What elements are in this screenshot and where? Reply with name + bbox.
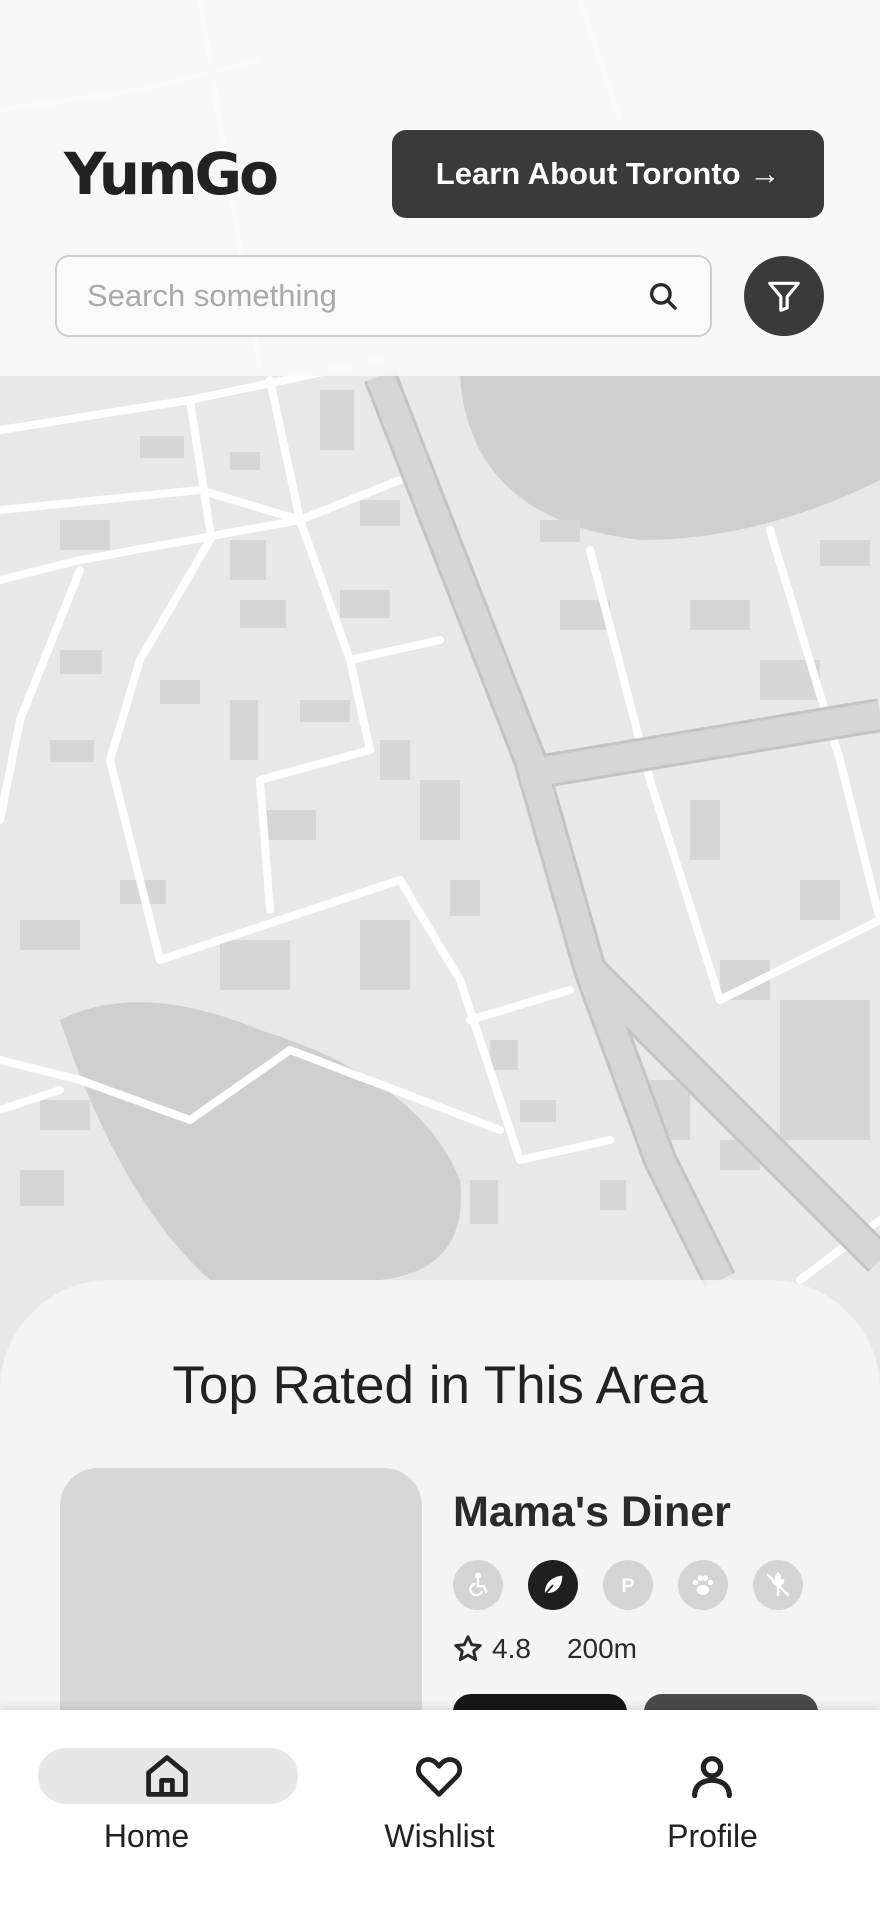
wheelchair-icon [453,1560,503,1610]
nav-item-wishlist[interactable]: Wishlist [293,1710,586,1912]
filter-icon [768,281,800,312]
restaurant-name[interactable]: Mama's Diner [453,1488,731,1537]
parking-icon: P [603,1560,653,1610]
rating-value: 4.8 [492,1633,531,1664]
nav-item-home[interactable]: Home [0,1710,298,1912]
search-input[interactable]: Search something [87,278,646,314]
bottom-nav: Home Wishlist Profile [0,1710,880,1912]
nav-label-home: Home [103,1818,190,1854]
search-icon[interactable] [646,279,680,313]
paw-icon [678,1560,728,1610]
home-screen: YumGo Learn About Toronto → Search somet… [0,0,880,1912]
learn-about-city-button[interactable]: Learn About Toronto → [392,130,824,218]
leaf-icon [528,1560,578,1610]
filter-button[interactable] [744,256,824,336]
search-bar[interactable]: Search something [55,255,712,337]
nav-label-wishlist: Wishlist [384,1818,495,1854]
app-logo: YumGo [64,140,279,208]
distance-value: 200m [566,1633,637,1664]
amenity-icons: P [453,1560,803,1610]
svg-text:P: P [621,1575,634,1597]
nav-item-profile[interactable]: Profile [566,1710,859,1912]
section-title: Top Rated in This Area [172,1356,708,1415]
heart-icon [415,1757,463,1797]
star-icon [454,1635,482,1662]
user-icon [692,1756,732,1799]
restaurant-meta: 4.8 200m [452,1633,637,1665]
gluten-free-icon [753,1560,803,1610]
nav-label-profile: Profile [667,1818,758,1854]
home-icon [146,1755,188,1797]
